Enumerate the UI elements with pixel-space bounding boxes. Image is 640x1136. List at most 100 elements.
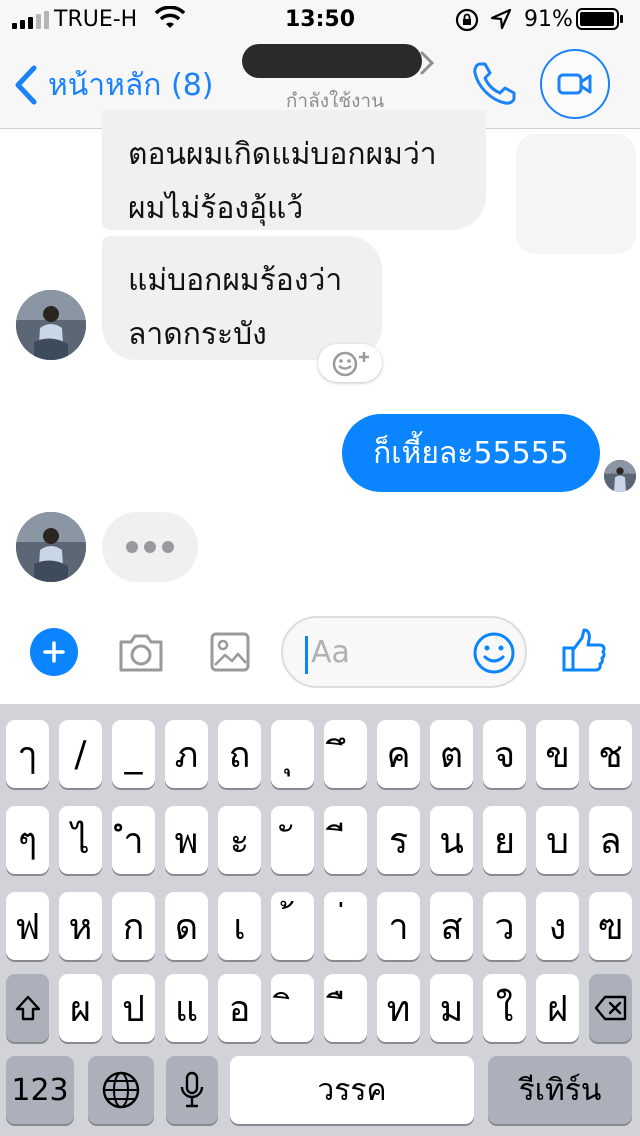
numbers-key[interactable]: 123 — [6, 1056, 74, 1124]
key[interactable]: ม — [430, 974, 473, 1042]
typing-indicator — [102, 512, 198, 582]
message-line: แม่บอกผมร้องว่า — [128, 263, 343, 298]
key[interactable]: ุ — [271, 720, 314, 788]
key-label: บ — [546, 820, 569, 862]
key[interactable]: ด — [165, 892, 208, 960]
image-icon[interactable] — [210, 630, 250, 674]
shift-key[interactable] — [6, 974, 49, 1042]
key[interactable]: ร — [377, 806, 420, 874]
key[interactable]: ผ — [59, 974, 102, 1042]
globe-key[interactable] — [88, 1056, 154, 1124]
key[interactable]: ำ — [112, 806, 155, 874]
key-label: ะ — [229, 820, 250, 862]
key[interactable]: พ — [165, 806, 208, 874]
chevron-left-icon — [15, 65, 37, 105]
typing-dot — [126, 541, 138, 553]
key[interactable]: ิ — [271, 974, 314, 1042]
key[interactable]: ึ — [324, 720, 367, 788]
key-label: วรรค — [317, 1072, 387, 1108]
key[interactable]: ป — [112, 974, 155, 1042]
key[interactable]: ะ — [218, 806, 261, 874]
battery-percent: 91% — [524, 7, 573, 32]
key[interactable]: ฝ — [536, 974, 579, 1042]
key[interactable]: ข — [536, 720, 579, 788]
smiley-plus-icon — [332, 351, 369, 377]
key[interactable]: ี — [324, 806, 367, 874]
key[interactable]: บ — [536, 806, 579, 874]
status-bar: TRUE-H 13:50 91% — [0, 0, 640, 40]
space-key[interactable]: วรรค — [230, 1056, 474, 1124]
contact-name-redacted[interactable] — [242, 44, 422, 78]
add-reaction-button[interactable] — [318, 344, 382, 382]
video-call-button[interactable] — [540, 49, 610, 119]
key-label: ว — [494, 906, 515, 948]
key[interactable]: า — [377, 892, 420, 960]
key[interactable]: ๆ — [6, 806, 49, 874]
key[interactable]: ฟ — [6, 892, 49, 960]
key-label: ห — [68, 906, 93, 948]
key[interactable]: ก — [112, 892, 155, 960]
key[interactable]: / — [59, 720, 102, 788]
key[interactable]: น — [430, 806, 473, 874]
key-label: ใ — [495, 988, 514, 1030]
emoji-icon[interactable] — [472, 631, 516, 675]
return-key[interactable]: รีเทิร์น — [488, 1056, 632, 1124]
message-input-container[interactable] — [281, 616, 527, 688]
key-label: ก — [122, 906, 145, 948]
camera-icon[interactable] — [117, 630, 165, 674]
back-button[interactable]: หน้าหลัก (8) — [14, 60, 213, 110]
key[interactable]: ย — [483, 806, 526, 874]
key[interactable]: ถ — [218, 720, 261, 788]
thumbs-up-icon[interactable] — [560, 626, 608, 674]
key[interactable]: ้ — [271, 892, 314, 960]
contact-avatar[interactable] — [16, 512, 86, 582]
microphone-key[interactable] — [166, 1056, 218, 1124]
avatar-photo — [604, 460, 636, 492]
key[interactable]: ช — [589, 720, 632, 788]
key[interactable]: จ — [483, 720, 526, 788]
battery-icon — [576, 8, 623, 30]
backspace-key[interactable] — [589, 974, 632, 1042]
key[interactable]: ห — [59, 892, 102, 960]
key[interactable]: ง — [536, 892, 579, 960]
key-label: เ — [233, 906, 246, 948]
key-label: แ — [174, 988, 199, 1030]
chevron-right-icon[interactable] — [420, 51, 434, 75]
key[interactable]: ั — [271, 806, 314, 874]
key[interactable]: ภ — [165, 720, 208, 788]
location-arrow-icon — [490, 8, 512, 30]
message-bubble-incoming[interactable]: ตอนผมเกิดแม่บอกผมว่า ผมไม่ร้องอุ้แว้ — [102, 110, 486, 230]
key[interactable]: _ — [112, 720, 155, 788]
key[interactable]: ท — [377, 974, 420, 1042]
key-label: ล — [599, 820, 622, 862]
message-bubble-outgoing[interactable]: ก็เหี้ยละ55555 — [342, 414, 600, 492]
key[interactable]: ล — [589, 806, 632, 874]
key[interactable]: ว — [483, 892, 526, 960]
key[interactable]: เ — [218, 892, 261, 960]
key[interactable]: ไ — [59, 806, 102, 874]
key[interactable]: ค — [377, 720, 420, 788]
typing-dot — [144, 541, 156, 553]
message-bubble-incoming[interactable]: แม่บอกผมร้องว่า ลาดกระบัง — [102, 236, 382, 360]
key-label: ข — [545, 734, 570, 776]
key-label: ำ — [123, 820, 144, 862]
key[interactable]: ๅ — [6, 720, 49, 788]
message-input[interactable] — [311, 630, 461, 674]
video-camera-icon — [557, 73, 592, 95]
key-label: ง — [548, 906, 567, 948]
key[interactable]: อ — [218, 974, 261, 1042]
key[interactable]: ต — [430, 720, 473, 788]
key[interactable]: ฃ — [589, 892, 632, 960]
contact-avatar[interactable] — [16, 290, 86, 360]
key-label: ย — [493, 820, 516, 862]
key[interactable]: ื — [324, 974, 367, 1042]
avatar-photo — [16, 512, 86, 582]
key[interactable]: ส — [430, 892, 473, 960]
key[interactable]: ใ — [483, 974, 526, 1042]
key-label: ส — [440, 906, 463, 948]
key[interactable]: แ — [165, 974, 208, 1042]
phone-icon[interactable] — [470, 60, 518, 108]
key[interactable]: ่ — [324, 892, 367, 960]
more-options-button[interactable] — [30, 628, 78, 676]
key-label: น — [439, 820, 464, 862]
